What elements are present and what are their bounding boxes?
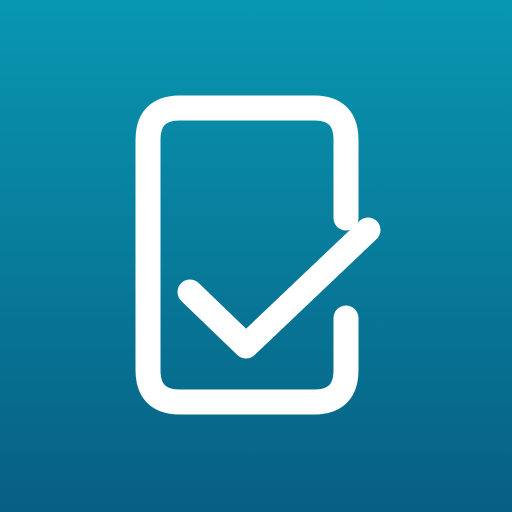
app-icon [0, 0, 512, 512]
check-document-icon [0, 0, 512, 512]
icon-background [0, 0, 512, 512]
